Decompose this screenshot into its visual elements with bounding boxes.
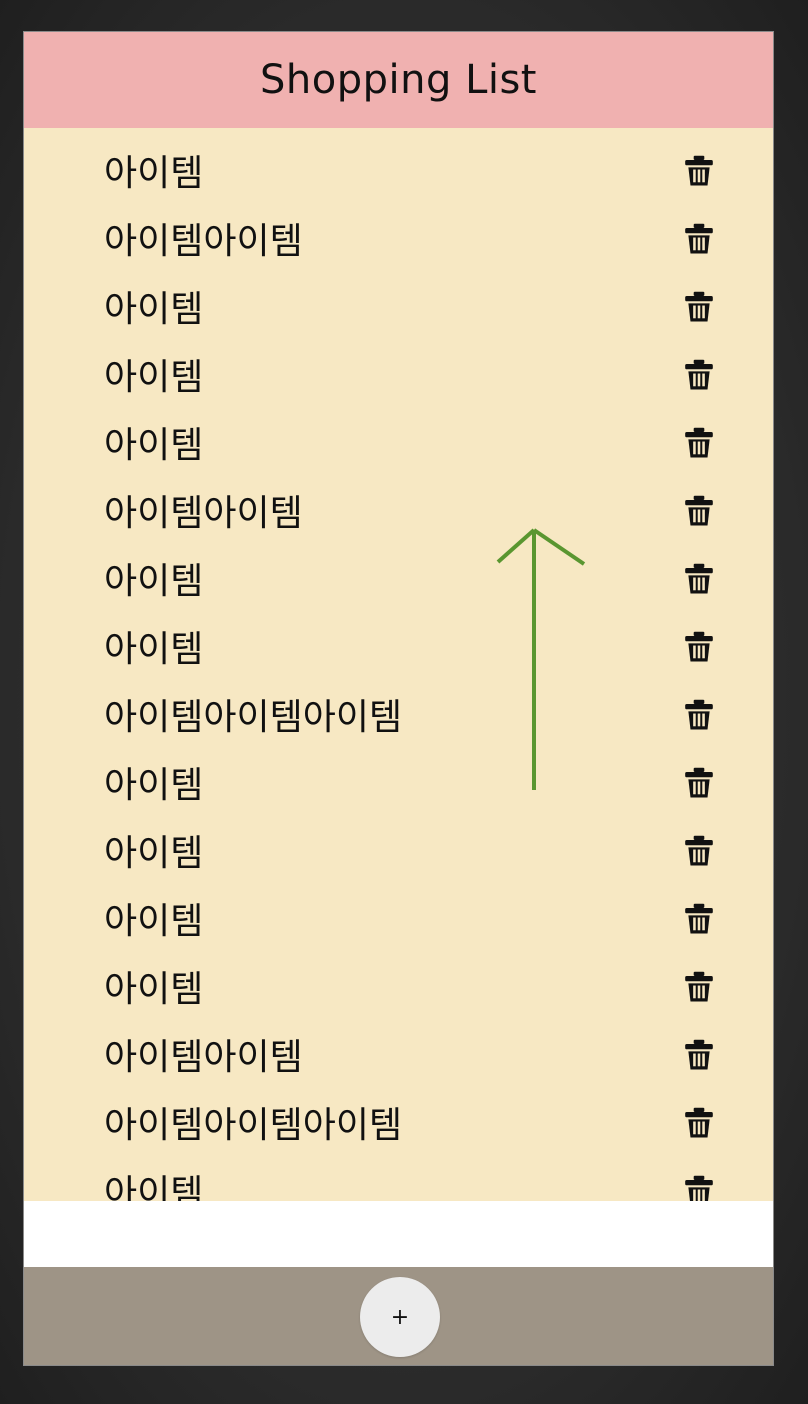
item-label: 아이템 (104, 153, 204, 194)
list-item: 아이템 (24, 956, 773, 1024)
item-label: 아이템아이템아이템 (104, 1105, 403, 1146)
list-item: 아이템 (24, 888, 773, 956)
list-item: 아이템 (24, 412, 773, 480)
list-item: 아이템아이템아이템 (24, 1092, 773, 1160)
delete-item-button[interactable] (682, 766, 716, 800)
trash-icon (685, 903, 713, 934)
spacer (24, 1201, 773, 1267)
item-label: 아이템 (104, 1173, 204, 1202)
delete-item-button[interactable] (682, 970, 716, 1004)
item-label: 아이템 (104, 629, 204, 670)
trash-icon (685, 835, 713, 866)
list-item: 아이템 (24, 1160, 773, 1201)
trash-icon (685, 767, 713, 798)
item-label: 아이템 (104, 765, 204, 806)
delete-item-button[interactable] (682, 154, 716, 188)
footer-bar: + (24, 1267, 773, 1365)
list-item: 아이템아이템 (24, 1024, 773, 1092)
item-label: 아이템 (104, 425, 204, 466)
add-item-button[interactable]: + (360, 1277, 440, 1357)
item-label: 아이템 (104, 357, 204, 398)
trash-icon (685, 1039, 713, 1070)
item-label: 아이템아이템아이템 (104, 697, 403, 738)
trash-icon (685, 971, 713, 1002)
item-list: 아이템 아이템아이템 아이템 아이템 아이템 아이템아이템 아이템 아이템 아이… (24, 140, 773, 1201)
app-header: Shopping List (24, 32, 773, 128)
item-label: 아이템아이템 (104, 493, 303, 534)
trash-icon (685, 495, 713, 526)
item-label: 아이템 (104, 969, 204, 1010)
delete-item-button[interactable] (682, 358, 716, 392)
trash-icon (685, 631, 713, 662)
list-item: 아이템 (24, 752, 773, 820)
delete-item-button[interactable] (682, 630, 716, 664)
delete-item-button[interactable] (682, 290, 716, 324)
trash-icon (685, 563, 713, 594)
delete-item-button[interactable] (682, 494, 716, 528)
app-screen: Shopping List 아이템 아이템아이템 아이템 아이템 아이템 아이템… (23, 31, 774, 1366)
item-label: 아이템 (104, 561, 204, 602)
item-label: 아이템아이템 (104, 221, 303, 262)
delete-item-button[interactable] (682, 426, 716, 460)
delete-item-button[interactable] (682, 902, 716, 936)
delete-item-button[interactable] (682, 698, 716, 732)
trash-icon (685, 155, 713, 186)
trash-icon (685, 223, 713, 254)
delete-item-button[interactable] (682, 222, 716, 256)
trash-icon (685, 1175, 713, 1201)
trash-icon (685, 699, 713, 730)
list-item: 아이템아이템 (24, 208, 773, 276)
trash-icon (685, 359, 713, 390)
trash-icon (685, 427, 713, 458)
delete-item-button[interactable] (682, 1038, 716, 1072)
trash-icon (685, 1107, 713, 1138)
list-item: 아이템 (24, 820, 773, 888)
list-item: 아이템아이템아이템 (24, 684, 773, 752)
item-label: 아이템 (104, 901, 204, 942)
page-title: Shopping List (260, 57, 537, 103)
item-label: 아이템 (104, 289, 204, 330)
shopping-list[interactable]: 아이템 아이템아이템 아이템 아이템 아이템 아이템아이템 아이템 아이템 아이… (24, 128, 773, 1201)
list-item: 아이템 (24, 548, 773, 616)
list-item: 아이템 (24, 344, 773, 412)
delete-item-button[interactable] (682, 834, 716, 868)
list-item: 아이템아이템 (24, 480, 773, 548)
delete-item-button[interactable] (682, 1174, 716, 1201)
delete-item-button[interactable] (682, 562, 716, 596)
list-item: 아이템 (24, 276, 773, 344)
item-label: 아이템 (104, 833, 204, 874)
item-label: 아이템아이템 (104, 1037, 303, 1078)
list-item: 아이템 (24, 616, 773, 684)
list-item: 아이템 (24, 140, 773, 208)
delete-item-button[interactable] (682, 1106, 716, 1140)
trash-icon (685, 291, 713, 322)
